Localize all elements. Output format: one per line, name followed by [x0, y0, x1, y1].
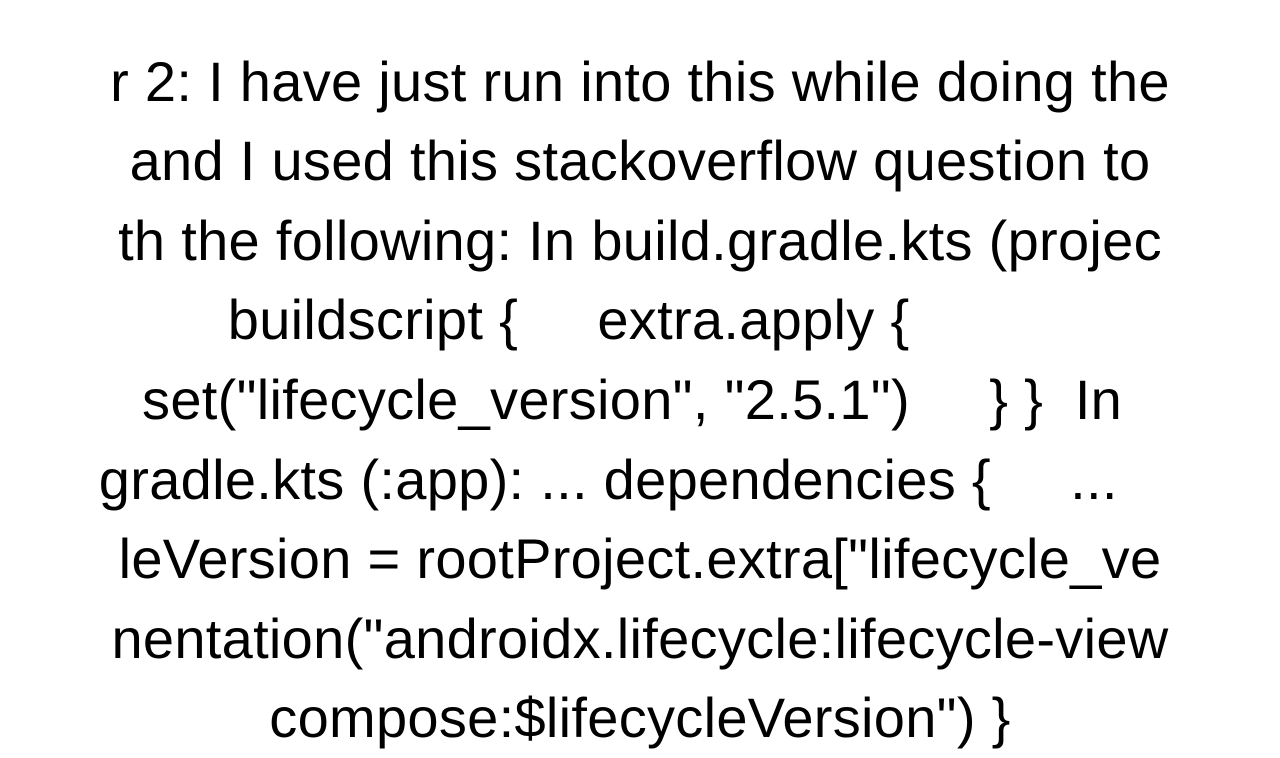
- text-line-2: and I used this stackoverflow question t…: [114, 129, 1167, 192]
- text-line-3: th the following: In build.gradle.kts (p…: [118, 209, 1162, 272]
- text-line-4: buildscript { extra.apply {: [228, 288, 1052, 351]
- text-line-9: compose:$lifecycleVersion") }: [269, 686, 1010, 749]
- text-line-8: nentation("androidx.lifecycle:lifecycle-…: [111, 607, 1168, 670]
- answer-text-block: r 2: I have just run into this while doi…: [0, 0, 1280, 758]
- text-line-5: set("lifecycle_version", "2.5.1") } } In: [142, 368, 1138, 431]
- text-line-1: r 2: I have just run into this while doi…: [110, 50, 1170, 113]
- text-line-6: gradle.kts (:app): ... dependencies { ..…: [99, 448, 1181, 511]
- text-line-7: leVersion = rootProject.extra["lifecycle…: [119, 527, 1162, 590]
